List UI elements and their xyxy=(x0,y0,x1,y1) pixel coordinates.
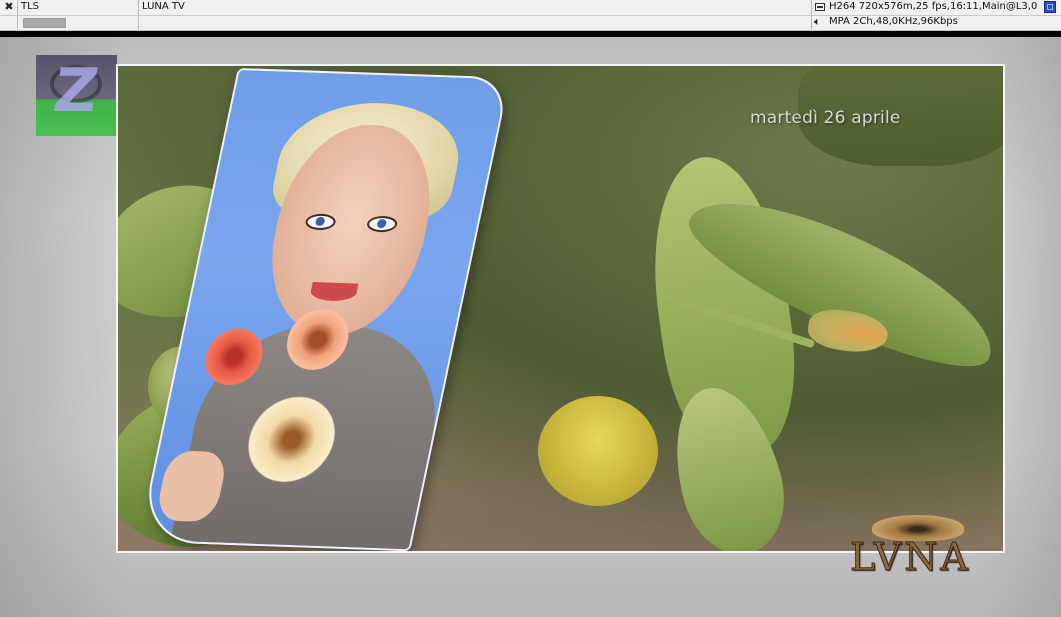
video-stream-info: H264 720x576m,25 fps,16:11,Main@L3,0 xyxy=(829,1,1038,12)
logo-letter: Z xyxy=(49,56,103,126)
info-row-audio: 🔈︎ MPA 2Ch,48,0KHz,96Kbps xyxy=(0,15,1061,31)
column-divider xyxy=(138,15,139,30)
column-divider xyxy=(17,15,18,30)
column-divider xyxy=(811,15,812,30)
video-frame[interactable]: Z martedì 26 aprile LVNA xyxy=(0,37,1061,617)
audio-stream-info: MPA 2Ch,48,0KHz,96Kbps xyxy=(829,16,958,27)
watermark-text: LVNA xyxy=(850,535,971,580)
source-label: TLS xyxy=(21,1,40,12)
yellow-tulip xyxy=(538,396,658,506)
info-row-video: ✖ TLS LUNA TV H264 720x576m,25 fps,16:11… xyxy=(0,0,1061,16)
date-caption: martedì 26 aprile xyxy=(750,108,901,128)
speaker-icon: 🔈︎ xyxy=(814,15,821,28)
close-icon[interactable]: ✖ xyxy=(3,1,15,13)
vintage-photo-card xyxy=(137,68,511,551)
window-icon[interactable] xyxy=(1044,1,1056,13)
channel-corner-logo: Z xyxy=(36,55,117,136)
channel-name: LUNA TV xyxy=(142,1,185,12)
photo-frame: martedì 26 aprile xyxy=(116,64,1005,553)
video-icon xyxy=(815,3,825,11)
column-divider xyxy=(811,0,812,15)
column-divider xyxy=(17,0,18,15)
info-bar: ✖ TLS LUNA TV H264 720x576m,25 fps,16:11… xyxy=(0,0,1061,31)
signal-level-bar xyxy=(23,18,66,28)
luna-watermark-logo: LVNA xyxy=(850,515,1000,585)
column-divider xyxy=(138,0,139,15)
